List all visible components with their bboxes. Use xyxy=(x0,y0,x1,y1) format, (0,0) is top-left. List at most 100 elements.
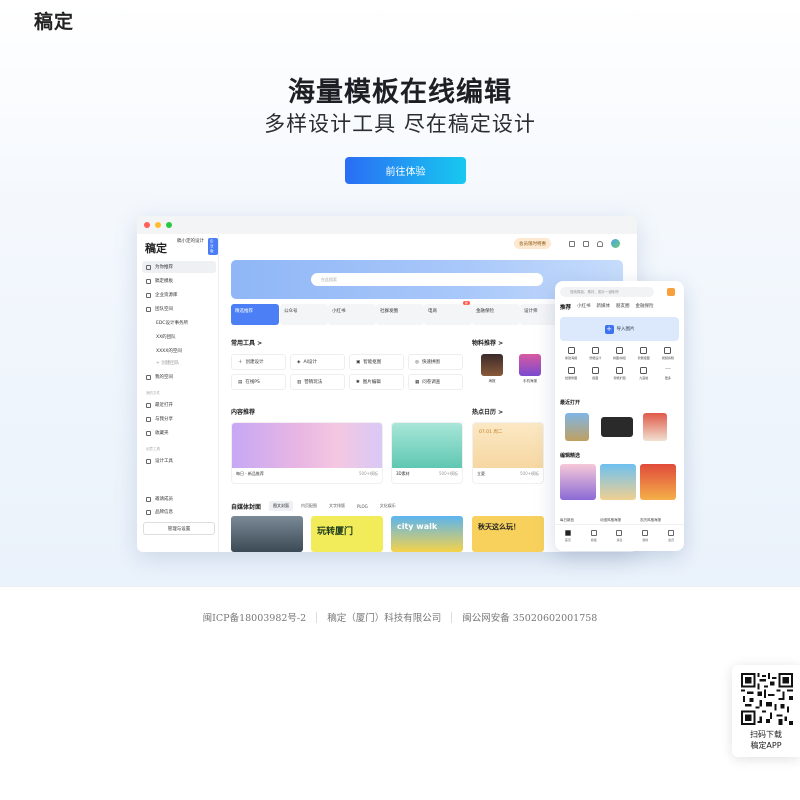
content-card-calendar: 07.01 周二 立夏 500+模板 xyxy=(472,422,544,484)
sidebar-item-tools: 设计工具 xyxy=(142,455,216,467)
phone-tabs: 推荐 小红书 新媒体 朋友圈 金融保险 xyxy=(560,303,654,311)
content-card-daily: 每日 · 新品推荐 500+模板 xyxy=(231,422,383,484)
preview-sidebar: 稿定 稿小定的设计 企业版 为你推荐 稿定模板 企业资源库 团队空间 EDC设计… xyxy=(137,234,219,552)
phone-tool: 智能扩图 xyxy=(607,367,631,380)
category-xiaohongshu: 小红书 xyxy=(328,304,376,325)
pick-thumb xyxy=(600,464,636,500)
close-dot-icon xyxy=(144,222,150,228)
template-icon xyxy=(590,530,597,536)
icp-link[interactable]: 闽ICP备18003982号-2 xyxy=(203,610,307,624)
sidebar-item-brand: 品牌信息 xyxy=(142,506,216,518)
card-image: 07.01 周二 xyxy=(473,423,543,468)
recent-thumb xyxy=(643,413,667,441)
clock-icon xyxy=(146,402,151,408)
material-mobile-poster: 手机海报 xyxy=(515,354,545,392)
sidebar-item-templates: 稿定模板 xyxy=(142,275,216,287)
phone-tab-0: 推荐 xyxy=(560,305,572,311)
sidebar-item-favorites: 收藏夹 xyxy=(142,427,216,439)
bell-icon xyxy=(597,241,603,247)
phone-tab-1: 小红书 xyxy=(577,304,591,309)
footer-divider xyxy=(316,611,318,623)
template-icon xyxy=(146,278,151,284)
phone-bottom-nav: 首页 模板 消息 我的 会员 xyxy=(555,524,684,551)
download-app-text: 扫码下载 稿定APP xyxy=(732,729,800,751)
tool-edit: ✱ 图片编辑 xyxy=(349,374,404,390)
cover-thumb-4: 秋天这么玩！ xyxy=(472,516,544,552)
card-image xyxy=(392,423,462,468)
design-icon xyxy=(591,347,599,354)
site-footer: 闽ICP备18003982号-2 稿定（厦门）科技有限公司 闽公网安备 3502… xyxy=(0,586,800,646)
footer-divider xyxy=(451,611,453,623)
cover-tabs: 自媒体封面 图文封面 内页配图 文字排版 PLOG 文化娱乐 xyxy=(231,501,400,511)
phone-search-input: 搜索模板、素材、图片一键制作 xyxy=(560,287,654,297)
tool-collage: ◎ 快速拼图 xyxy=(408,354,463,370)
crown-icon xyxy=(668,530,675,536)
nav-vip: 会员 xyxy=(668,530,674,551)
pick-label: 农历风格海报 xyxy=(640,518,661,522)
try-now-button[interactable]: 前往体验 xyxy=(345,157,466,184)
batch-icon xyxy=(567,367,575,374)
cover-tab-4: 文化娱乐 xyxy=(379,503,396,508)
star-icon xyxy=(146,264,151,270)
sidebar-item-enterprise: 企业资源库 xyxy=(142,289,216,301)
image-edit-icon: ✱ xyxy=(356,379,360,385)
preview-logo: 稿定 xyxy=(145,242,167,255)
preview-user-name: 稿小定的设计 xyxy=(177,239,204,244)
phone-tool: 智能抠图 xyxy=(632,347,656,360)
sidebar-section-files: 我的文件 xyxy=(146,391,160,395)
materials-title: 物料推荐 > xyxy=(472,340,504,347)
user-icon xyxy=(146,374,151,380)
cover-tab-0: 图文封面 xyxy=(269,501,294,511)
sidebar-item-my-space: 我的空间 xyxy=(142,371,216,383)
nav-mine: 我的 xyxy=(642,530,648,551)
recent-thumb xyxy=(565,413,589,441)
pick-label: 每日新品 xyxy=(560,518,574,522)
tool-survey: ▦ 问卷调查 xyxy=(408,374,463,390)
calendar-date: 07.01 周二 xyxy=(479,430,503,435)
category-designer: 设计师 xyxy=(520,304,560,325)
cover-thumb-3: city walk xyxy=(391,516,463,552)
content-title: 内容推荐 xyxy=(231,409,256,416)
police-record-link[interactable]: 闽公网安备 35020602001758 xyxy=(462,610,597,624)
sidebar-create-team: + 创建团队 xyxy=(156,361,180,366)
folder-icon xyxy=(146,292,151,298)
qr-code-icon xyxy=(741,673,793,725)
mobile-poster-thumb xyxy=(519,354,541,376)
video-icon xyxy=(664,347,672,354)
material-poster: 海报 xyxy=(477,354,507,392)
phone-tool-grid: 新建海报 智能设计 拼图/拼接 智能抠图 视频剪辑 批量修图 抠图 智能扩图 九… xyxy=(559,347,680,380)
brand-icon xyxy=(146,509,151,515)
tools-title: 常用工具 > xyxy=(231,340,263,347)
plus-icon: + xyxy=(604,324,614,334)
sidebar-section-tools: 创意工具 xyxy=(146,447,160,451)
collage-icon xyxy=(615,347,623,354)
phone-tool: 九宫格 xyxy=(632,367,656,380)
recent-thumb xyxy=(601,417,633,437)
matting-icon xyxy=(591,367,599,374)
star-outline-icon xyxy=(146,430,151,436)
phone-tool: 抠图 xyxy=(583,367,607,380)
nine-grid-icon xyxy=(640,367,648,374)
vip-icon xyxy=(667,288,675,296)
ai-icon: ◈ xyxy=(297,359,301,365)
category-featured: 精选推荐 xyxy=(231,304,279,325)
nav-templates: 模板 xyxy=(590,530,597,551)
hero-headline: 海量模板在线编辑 xyxy=(288,77,512,108)
tool-ps: ▤ 在线PS xyxy=(231,374,286,390)
category-official: 公众号 xyxy=(280,304,328,325)
more-icon: ··· xyxy=(665,366,671,373)
download-app-widget[interactable]: 扫码下载 稿定APP xyxy=(732,665,800,757)
sidebar-item-team-c: XXXX的空间 xyxy=(156,349,182,354)
pick-thumb xyxy=(560,464,596,500)
new-tag: 新 xyxy=(462,301,470,305)
maximize-dot-icon xyxy=(166,222,172,228)
survey-icon: ▦ xyxy=(415,379,420,385)
sidebar-item-recent: 最近打开 xyxy=(142,399,216,411)
content-card-3d: 3D素材 500+模板 xyxy=(391,422,463,484)
site-logo[interactable]: 稿定 xyxy=(34,7,74,34)
phone-tool: 批量修图 xyxy=(559,367,583,380)
tool-icon xyxy=(146,458,151,464)
manage-settings-button: 管理与设置 xyxy=(143,522,215,535)
card-image xyxy=(232,423,382,468)
plus-icon: ＋ xyxy=(238,360,243,365)
